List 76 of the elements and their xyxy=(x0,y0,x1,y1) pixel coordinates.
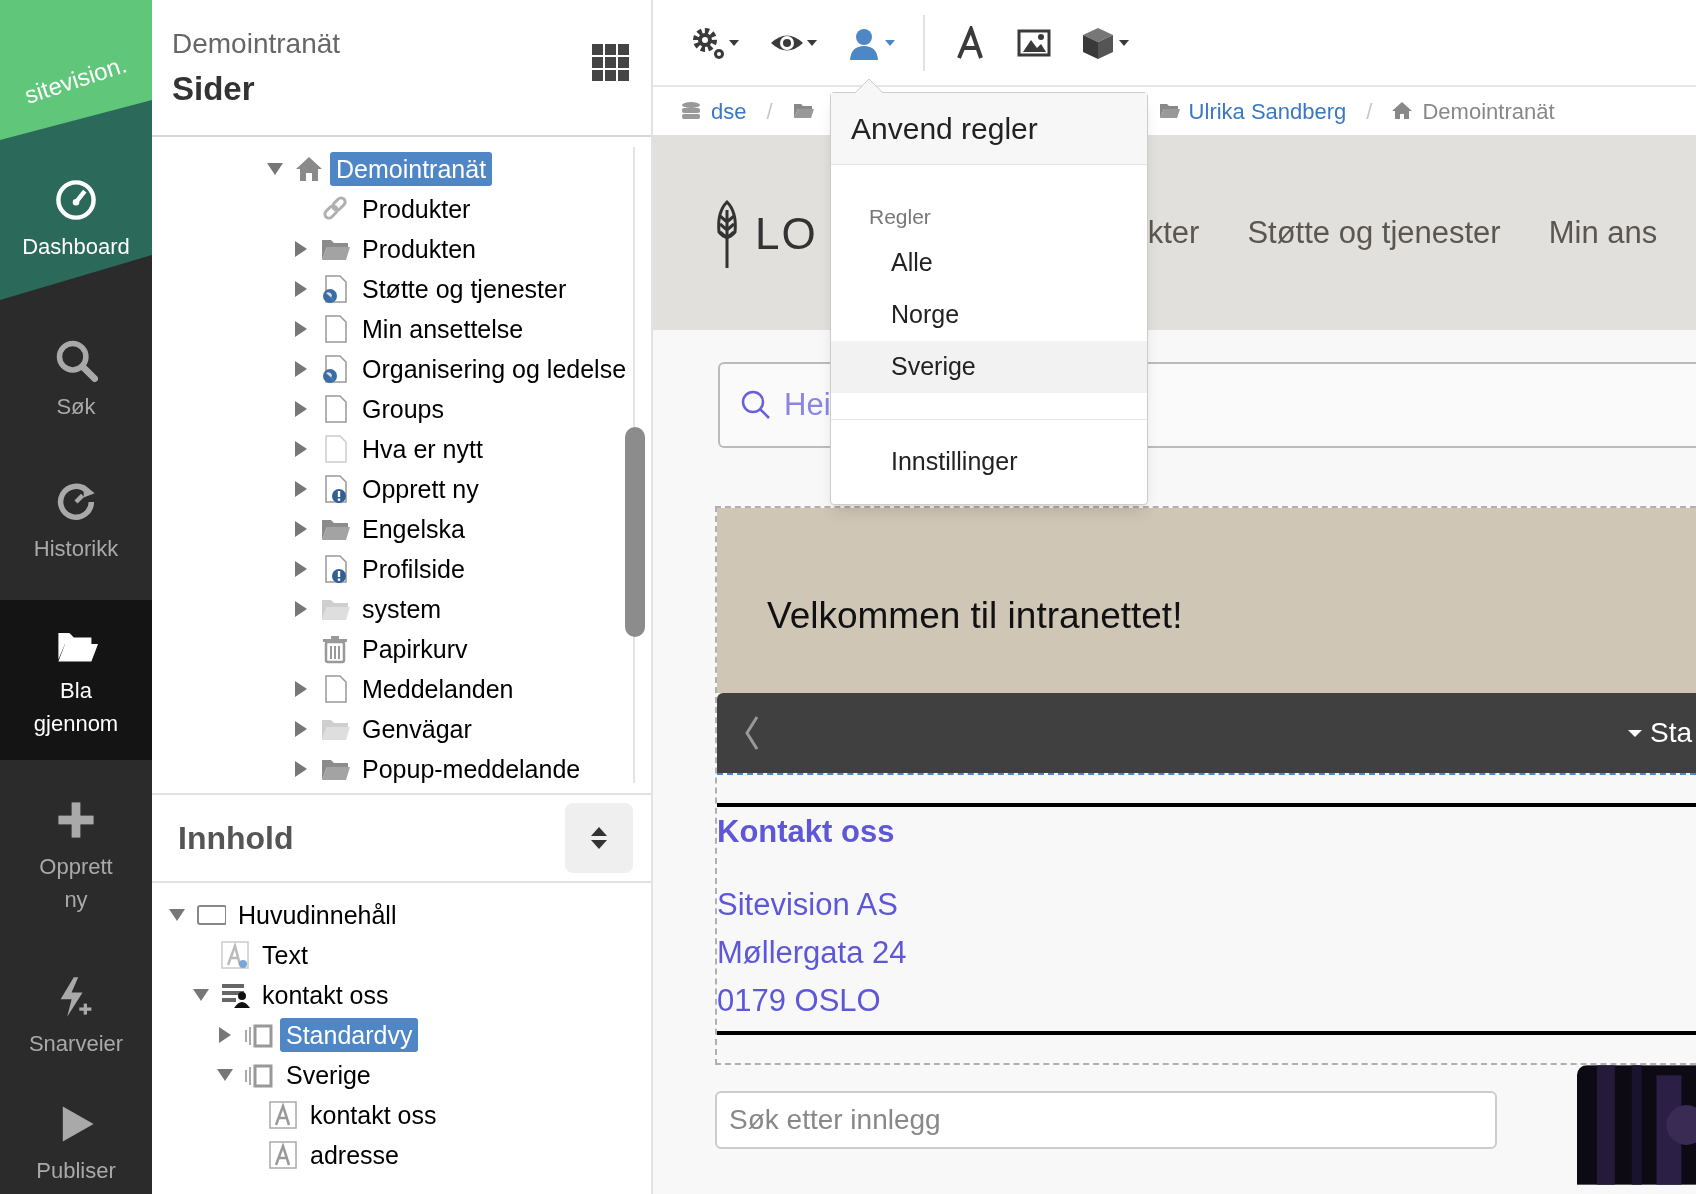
tree-item[interactable]: Popup-meddelande xyxy=(356,752,587,786)
site-name: Demointranät xyxy=(172,27,341,61)
tree-item[interactable]: Groups xyxy=(356,392,450,426)
nav-link[interactable]: kter xyxy=(1147,210,1200,257)
tree-item[interactable]: Standardvy xyxy=(280,1018,419,1052)
globe-page-icon xyxy=(320,274,350,304)
cube-icon xyxy=(1081,25,1115,60)
tree-item[interactable]: Meddelanden xyxy=(356,672,520,706)
search-icon xyxy=(740,389,772,421)
breadcrumb-item: Demointranät xyxy=(1422,97,1555,126)
panel-title: Innhold xyxy=(178,819,294,858)
dashboard-icon xyxy=(54,178,98,222)
menu-item[interactable]: Sverige xyxy=(831,341,1147,393)
tree-item[interactable]: system xyxy=(356,592,448,626)
nav-link[interactable]: Støtte og tjenester xyxy=(1247,210,1501,257)
gear-icon xyxy=(691,25,725,60)
rail-item[interactable]: Dashboard xyxy=(0,150,152,300)
view-dropdown[interactable]: Sta xyxy=(1627,712,1692,754)
tree-item[interactable]: Engelska xyxy=(356,512,471,546)
sort-icon xyxy=(589,826,609,850)
welcome-heading: Velkommen til intranettet! xyxy=(767,593,1183,638)
tree-item[interactable]: Genvägar xyxy=(356,712,478,746)
nav-link[interactable]: Min ans xyxy=(1548,210,1658,257)
feather-icon xyxy=(715,197,739,270)
rail-item[interactable]: Snarveier xyxy=(0,935,152,1090)
menu-title: Anvend regler xyxy=(831,93,1147,165)
breadcrumb-separator: / xyxy=(766,97,773,126)
tree-item[interactable]: Text xyxy=(256,938,314,972)
breadcrumb-link[interactable]: dse xyxy=(711,94,747,128)
stack-icon xyxy=(681,101,703,121)
tree-item[interactable]: Demointranät xyxy=(330,152,493,186)
tree-item[interactable]: Produkten xyxy=(356,232,482,266)
tree-item[interactable]: Organisering og ledelse xyxy=(356,352,633,386)
trash-icon xyxy=(320,634,350,664)
contact-heading: Kontakt oss xyxy=(717,813,896,851)
globe-page-icon xyxy=(320,354,350,384)
tree-item[interactable]: kontakt oss xyxy=(304,1098,443,1132)
search-icon xyxy=(54,338,98,382)
chevron-left-icon[interactable] xyxy=(745,715,759,751)
folder-icon xyxy=(792,101,815,121)
address-line: Sitevision AS xyxy=(717,886,899,924)
text-module-icon xyxy=(268,1100,298,1130)
search-posts-field[interactable]: Søk etter innlegg xyxy=(715,1091,1497,1149)
rail-item[interactable]: Bla gjennom xyxy=(0,600,152,760)
sort-button[interactable] xyxy=(565,803,633,873)
rail-item[interactable]: Søk xyxy=(0,300,152,450)
address-line: 0179 OSLO xyxy=(717,982,882,1020)
tree-item[interactable]: Min ansettelse xyxy=(356,312,530,346)
rail-item[interactable]: Publiser xyxy=(0,1090,152,1194)
menu-item[interactable]: Alle xyxy=(831,237,1147,289)
tree-item[interactable]: Huvudinnehåll xyxy=(232,898,403,932)
rail-item[interactable]: Opprett ny xyxy=(0,760,152,935)
text-module-icon xyxy=(268,1140,298,1170)
text-module-icon xyxy=(220,940,250,970)
tree-item[interactable]: Opprett ny xyxy=(356,472,485,506)
tree-item[interactable]: Produkter xyxy=(356,192,477,226)
panel-title: Sider xyxy=(172,69,256,109)
breadcrumb-link[interactable]: Ulrika Sandberg xyxy=(1188,94,1347,128)
grid-menu-icon[interactable] xyxy=(592,44,629,81)
house-icon xyxy=(294,154,324,184)
menu-group-label: Regler xyxy=(868,204,932,230)
tree-item[interactable]: Profilside xyxy=(356,552,471,586)
site-logo-text: LO xyxy=(755,207,818,260)
caret-icon xyxy=(1627,729,1642,737)
tree-item[interactable]: Sverige xyxy=(280,1058,377,1092)
menu-item[interactable]: Norge xyxy=(831,289,1147,341)
breadcrumb-separator: / xyxy=(1366,97,1373,126)
address-line: Møllergata 24 xyxy=(717,934,908,972)
tree-item[interactable]: Støtte og tjenester xyxy=(356,272,573,306)
tree-item[interactable]: adresse xyxy=(304,1138,405,1172)
tree-item[interactable]: Hva er nytt xyxy=(356,432,489,466)
scrollbar-thumb[interactable] xyxy=(625,427,645,637)
tree-item[interactable]: Papirkurv xyxy=(356,632,474,666)
rail-item[interactable]: Historikk xyxy=(0,450,152,600)
folder-icon xyxy=(1158,101,1181,121)
tree-item[interactable]: kontakt oss xyxy=(256,978,395,1012)
